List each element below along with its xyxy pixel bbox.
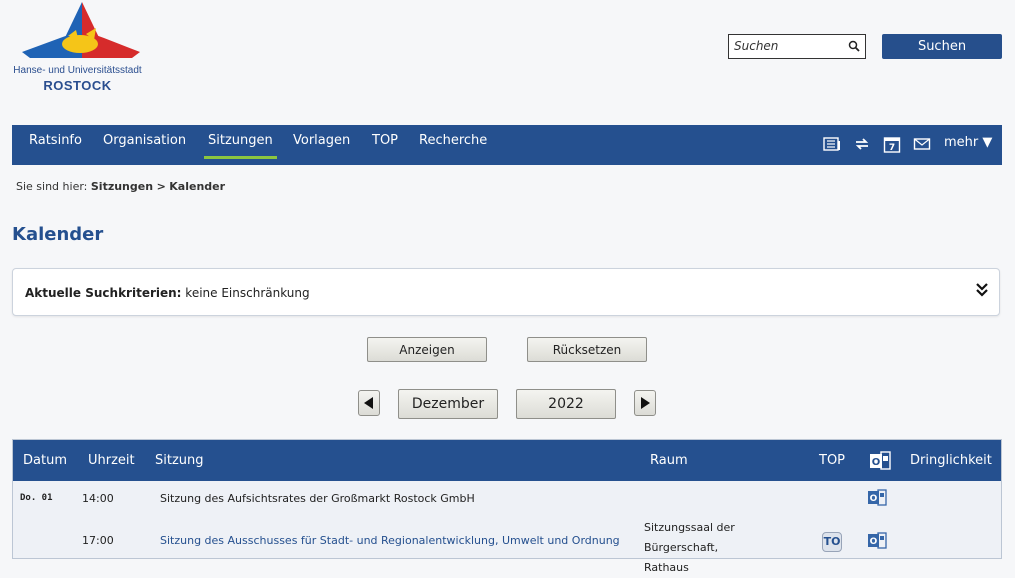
newspaper-icon[interactable] xyxy=(823,135,841,153)
column-header-top[interactable]: TOP xyxy=(819,440,845,481)
row-meeting-title: Sitzung des Aufsichtsrates der Großmarkt… xyxy=(160,492,475,505)
previous-month-button[interactable] xyxy=(358,390,380,416)
calendar-icon[interactable]: 7 xyxy=(883,135,901,153)
top-agenda-icon[interactable]: TO xyxy=(822,532,842,552)
nav-item-top[interactable]: TOP xyxy=(372,125,398,165)
svg-text:O: O xyxy=(870,537,878,547)
row-time: 17:00 xyxy=(82,534,114,547)
table-row: 17:00 Sitzung des Ausschusses für Stadt-… xyxy=(13,521,1001,574)
nav-item-recherche[interactable]: Recherche xyxy=(419,125,487,165)
breadcrumb-prefix: Sie sind hier: xyxy=(16,180,88,193)
nav-item-sitzungen[interactable]: Sitzungen xyxy=(204,125,277,165)
logo-city-name: ROSTOCK xyxy=(43,78,112,93)
month-select[interactable]: Dezember xyxy=(398,389,498,419)
triangle-left-icon xyxy=(364,397,373,409)
column-header-urgency[interactable]: Dringlichkeit xyxy=(910,440,992,481)
breadcrumb: Sie sind hier: Sitzungen > Kalender xyxy=(16,180,225,193)
row-date: Do. 01 xyxy=(20,493,53,503)
breadcrumb-sitzungen[interactable]: Sitzungen xyxy=(91,180,153,193)
outlook-export-icon[interactable]: O xyxy=(867,489,887,507)
calendar-day-text: 7 xyxy=(889,143,895,153)
criteria-label: Aktuelle Suchkriterien: xyxy=(25,286,182,300)
search-field[interactable] xyxy=(728,34,866,59)
meetings-table: Datum Uhrzeit Sitzung Raum TOP O Dringli… xyxy=(12,439,1002,574)
year-select[interactable]: 2022 xyxy=(516,389,616,419)
table-row: Do. 01 14:00 Sitzung des Aufsichtsrates … xyxy=(13,481,1001,524)
mail-icon[interactable] xyxy=(913,135,931,153)
show-button[interactable]: Anzeigen xyxy=(367,337,487,362)
svg-text:O: O xyxy=(872,457,881,468)
search-button[interactable]: Suchen xyxy=(882,34,1002,59)
search-criteria-panel[interactable]: Aktuelle Suchkriterien: keine Einschränk… xyxy=(12,268,1000,316)
criteria-text: Aktuelle Suchkriterien: keine Einschränk… xyxy=(25,286,310,300)
rostock-logo-icon xyxy=(22,2,140,58)
column-header-meeting[interactable]: Sitzung xyxy=(155,440,204,481)
triangle-right-icon xyxy=(641,397,650,409)
search-input[interactable] xyxy=(729,35,842,57)
logo-city-line: Hanse- und Universitätsstadt xyxy=(13,65,142,76)
nav-item-organisation[interactable]: Organisation xyxy=(103,125,186,165)
main-nav: Ratsinfo Organisation Sitzungen Vorlagen… xyxy=(12,125,1002,165)
breadcrumb-separator: > xyxy=(156,180,166,193)
nav-more-menu[interactable]: mehr ▼ xyxy=(944,125,992,165)
nav-item-vorlagen[interactable]: Vorlagen xyxy=(293,125,350,165)
search-icon[interactable] xyxy=(848,40,860,52)
sync-icon[interactable] xyxy=(853,135,871,153)
row-time: 14:00 xyxy=(82,492,114,505)
column-header-time[interactable]: Uhrzeit xyxy=(88,440,135,481)
row-meeting-link[interactable]: Sitzung des Ausschusses für Stadt- und R… xyxy=(160,534,620,547)
row-room: Sitzungssaal der Bürgerschaft, Rathaus xyxy=(644,521,735,574)
criteria-value: keine Einschränkung xyxy=(185,286,310,300)
next-month-button[interactable] xyxy=(634,390,656,416)
expand-chevron-icon[interactable] xyxy=(975,281,989,299)
column-header-room[interactable]: Raum xyxy=(650,440,688,481)
nav-item-ratsinfo[interactable]: Ratsinfo xyxy=(29,125,82,165)
table-header: Datum Uhrzeit Sitzung Raum TOP O Dringli… xyxy=(13,440,1001,481)
svg-text:O: O xyxy=(870,494,878,504)
city-logo[interactable]: Hanse- und Universitätsstadt ROSTOCK xyxy=(10,0,145,95)
reset-button[interactable]: Rücksetzen xyxy=(527,337,647,362)
outlook-export-icon[interactable]: O xyxy=(869,450,891,472)
page-title: Kalender xyxy=(12,224,104,245)
outlook-export-icon[interactable]: O xyxy=(867,532,887,550)
column-header-date[interactable]: Datum xyxy=(23,440,67,481)
breadcrumb-kalender: Kalender xyxy=(169,180,226,193)
